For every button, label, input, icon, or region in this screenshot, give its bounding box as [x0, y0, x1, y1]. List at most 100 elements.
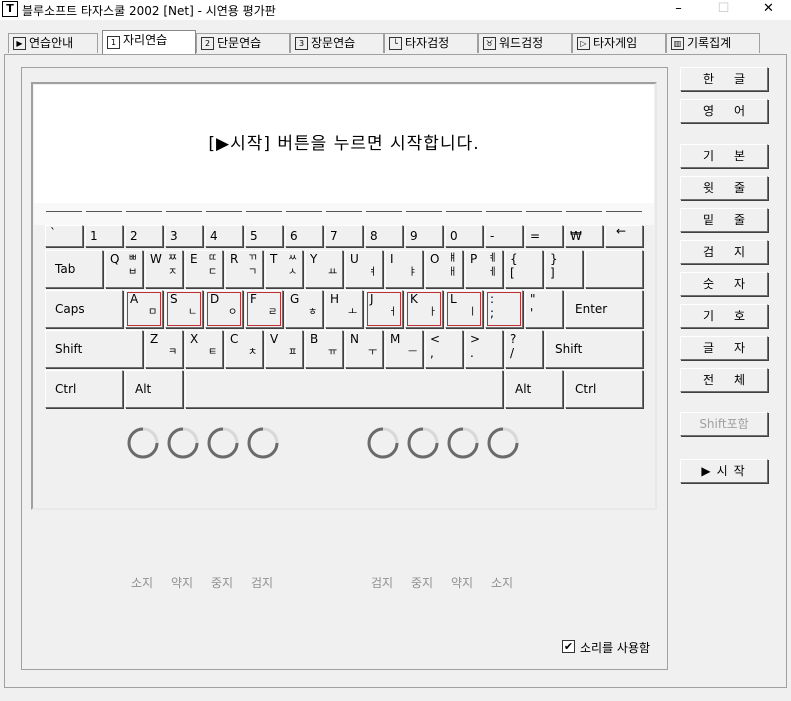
- chart-icon: ▥: [671, 37, 684, 50]
- char-slot: [406, 211, 442, 212]
- key-semicolon: :;: [485, 290, 523, 328]
- tab-typing-test[interactable]: └ 타자검정: [384, 33, 478, 53]
- key-lower-label: ;: [490, 306, 495, 320]
- key-slash: ? /: [505, 330, 543, 368]
- key-label: ₩: [570, 229, 582, 243]
- key-label: Shift: [55, 342, 83, 356]
- tab-typing-game[interactable]: ▷ 타자게임: [572, 33, 666, 53]
- window-title: 블루소프트 타자스쿨 2002 [Net] - 시연용 평가판: [22, 4, 276, 18]
- key-korean-label: ㅅ: [288, 267, 298, 278]
- key-label: E: [190, 252, 198, 266]
- key-label: 9: [410, 229, 418, 243]
- sound-checkbox[interactable]: ✔: [562, 640, 575, 653]
- tab-practice-guide[interactable]: ▶ 연습안내: [8, 33, 98, 53]
- key-korean-label: ㄹ: [268, 307, 278, 318]
- all-keys-button[interactable]: 전체: [680, 368, 768, 392]
- key-c: Cㅊ: [225, 330, 263, 368]
- key-korean-label: ㅛ: [328, 267, 338, 278]
- key-w: Wㅉㅈ: [145, 250, 183, 288]
- key-right-ctrl: Ctrl: [565, 370, 643, 408]
- korean-mode-button[interactable]: 한글: [680, 67, 768, 91]
- key-label: 3: [170, 229, 178, 243]
- play-icon: ▶: [13, 37, 26, 50]
- key-quote: " ': [525, 290, 563, 328]
- key-shift-label: ㅖ: [488, 253, 498, 264]
- key-label: `: [50, 226, 56, 240]
- char-slot: [166, 211, 202, 212]
- key-v: Vㅍ: [265, 330, 303, 368]
- tab-long-text[interactable]: 3 장문연습: [290, 33, 384, 53]
- tab-label: 연습안내: [29, 36, 74, 50]
- key-korean-label: ㅕ: [368, 267, 378, 278]
- sound-checkbox-label: 소리를 사용함: [580, 641, 651, 655]
- finger-label: 중지: [211, 576, 234, 590]
- key-korean-label: ㅈ: [168, 267, 178, 278]
- key-k: Kㅏ: [405, 290, 443, 328]
- finger-label: 중지: [411, 576, 434, 590]
- key-1: 1: [85, 225, 123, 247]
- key-u: Uㅕ: [345, 250, 383, 288]
- key-label: =: [530, 229, 541, 243]
- bottom-row-button[interactable]: 밑줄: [680, 208, 768, 232]
- finger-left-middle-indicator: [207, 427, 239, 459]
- key-label: P: [470, 252, 478, 266]
- key-label: ?: [510, 332, 517, 346]
- finger-label: 검지: [251, 576, 274, 590]
- key-korean-label: ㅁ: [148, 307, 158, 318]
- key-korean-label: ㅇ: [228, 307, 238, 318]
- key-label: {: [510, 252, 518, 266]
- key-q: Qㅃㅂ: [105, 250, 143, 288]
- test-icon: └: [389, 37, 402, 50]
- tab-word-test[interactable]: ♉ 워드검정: [478, 33, 572, 53]
- key-label: H: [330, 292, 340, 306]
- key-l: Lㅣ: [445, 290, 483, 328]
- close-button[interactable]: ✕: [746, 0, 791, 20]
- key-enter-top: [585, 250, 643, 288]
- key-p: Pㅖㅔ: [465, 250, 503, 288]
- key-f: Fㄹ: [245, 290, 283, 328]
- key-korean-label: ㅜ: [368, 347, 378, 358]
- english-mode-button[interactable]: 영어: [680, 99, 768, 123]
- home-row-button[interactable]: 기본: [680, 144, 768, 168]
- key-minus: -: [485, 225, 523, 247]
- key-label: F: [250, 292, 257, 306]
- key-korean-label: ㅍ: [288, 347, 298, 358]
- maximize-button: ☐: [717, 1, 730, 16]
- key-label: W: [150, 252, 162, 266]
- key-korean-label: ㅠ: [328, 347, 338, 358]
- finger-label: 약지: [171, 576, 194, 590]
- key-label: 5: [250, 229, 258, 243]
- top-row-button[interactable]: 윗줄: [680, 176, 768, 200]
- char-slot: [126, 211, 162, 212]
- tab-position-practice[interactable]: 1 자리연습: [102, 30, 196, 54]
- app-icon: T: [2, 1, 18, 17]
- tab-label: 자리연습: [123, 33, 168, 47]
- key-label: 0: [450, 229, 458, 243]
- number-row-button[interactable]: 숫자: [680, 272, 768, 296]
- finger-right-ring-indicator: [447, 427, 479, 459]
- key-period: >.: [465, 330, 503, 368]
- key-h: Hㅗ: [325, 290, 363, 328]
- tab-short-text[interactable]: 2 단문연습: [196, 33, 290, 53]
- tab-label: 워드검정: [499, 36, 544, 50]
- title-bar: T 블루소프트 타자스쿨 2002 [Net] - 시연용 평가판 – ☐ ✕: [0, 0, 791, 20]
- key-i: Iㅑ: [385, 250, 423, 288]
- tab-records[interactable]: ▥ 기록집계: [666, 33, 760, 53]
- key-z: Zㅋ: [145, 330, 183, 368]
- key-t: Tㅆㅅ: [265, 250, 303, 288]
- shift-include-button: Shift포함: [680, 412, 768, 436]
- key-g: Gㅎ: [285, 290, 323, 328]
- character-button[interactable]: 글자: [680, 336, 768, 360]
- number-two-icon: 2: [201, 37, 214, 50]
- symbol-button[interactable]: 기호: [680, 304, 768, 328]
- key-shift-label: ㅒ: [448, 253, 458, 264]
- key-label: -: [490, 229, 495, 243]
- finger-right-middle-indicator: [407, 427, 439, 459]
- key-label: S: [170, 292, 178, 306]
- key-label: Ctrl: [575, 382, 597, 396]
- key-backspace: ←: [605, 224, 643, 247]
- minimize-button[interactable]: –: [656, 0, 701, 20]
- key-right-shift: Shift: [545, 330, 643, 368]
- start-button[interactable]: ▶시작: [680, 459, 768, 483]
- index-finger-button[interactable]: 검지: [680, 240, 768, 264]
